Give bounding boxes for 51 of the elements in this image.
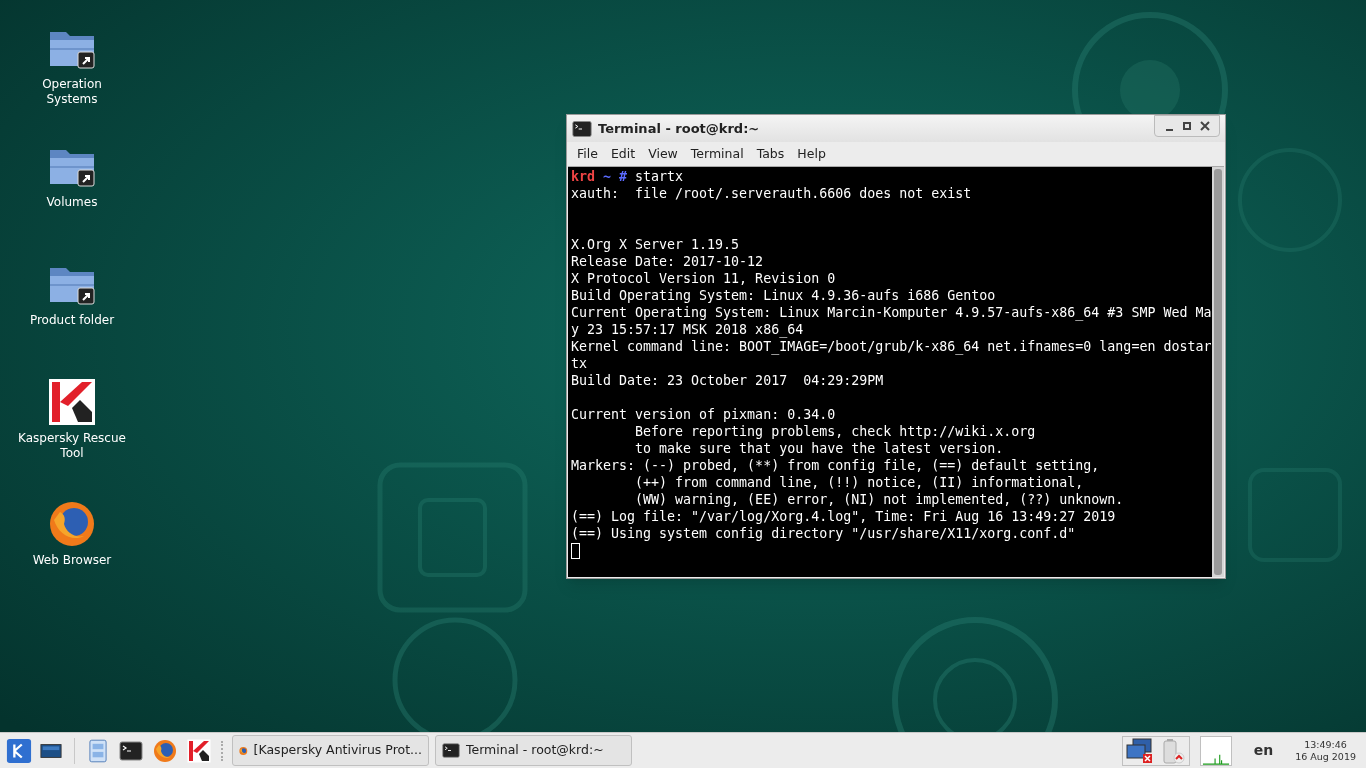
terminal-icon <box>572 119 592 138</box>
output-line: Release Date: 2017-10-12 <box>571 253 765 270</box>
output-line: Markers: (--) probed, (**) from config file, (==) default setting, <box>571 457 1101 474</box>
menu-item[interactable]: Tabs <box>751 144 790 164</box>
prompt-symbol: # <box>619 168 628 185</box>
taskbar-button[interactable]: [Kaspersky Antivirus Prot... <box>232 735 429 766</box>
scrollbar[interactable] <box>1212 167 1224 577</box>
monitor-icon[interactable] <box>40 741 62 760</box>
menu-item[interactable]: View <box>643 144 683 164</box>
output-line: Build Operating System: Linux 4.9.36-aufs i686 Gentoo <box>571 287 997 304</box>
output-line: y 23 15:57:17 MSK 2018 x86_64 <box>571 321 805 338</box>
menu-item[interactable]: Terminal <box>685 144 749 164</box>
output-line: tx <box>571 355 588 372</box>
output-line: Current version of pixman: 0.34.0 <box>571 406 837 423</box>
output-line: to make sure that you have the latest version. <box>634 440 1005 457</box>
output-line: (==) Log file: "/var/log/Xorg.4.log", Time: Fri Aug 16 13:49:27 2019 <box>571 508 1117 525</box>
menu-item[interactable]: Edit <box>605 144 641 164</box>
keyboard-layout[interactable]: en <box>1253 740 1274 761</box>
terminal-icon <box>442 743 460 758</box>
cpu-graph-icon[interactable] <box>1199 735 1232 766</box>
output-line: Build Date: 23 October 2017 04:29:29PM <box>571 372 885 389</box>
output-line: (WW) warning, (EE) error, (NI) not implemented, (??) unknown. <box>634 491 1125 508</box>
output-line: (==) Using system config directory "/usr/share/X11/xorg.conf.d" <box>571 525 1077 542</box>
kaspersky-logo-icon[interactable] <box>187 738 211 763</box>
icon-label[interactable]: Web Browser <box>17 553 127 568</box>
cursor-icon <box>571 543 580 559</box>
icon-label[interactable]: Product folder <box>17 313 127 328</box>
clock-time[interactable]: 13:49:46 <box>1304 738 1347 751</box>
prompt-path: ~ <box>603 168 612 185</box>
menu-item[interactable]: File <box>572 144 603 164</box>
output-line: X Protocol Version 11, Revision 0 <box>571 270 837 287</box>
output-line: X.Org X Server 1.19.5 <box>571 236 741 253</box>
icon-label[interactable]: Kaspersky Rescue Tool <box>17 431 127 461</box>
kaspersky-logo-icon[interactable] <box>48 378 96 426</box>
icon-label[interactable]: Operation Systems <box>17 77 127 107</box>
command-text: startx <box>635 168 684 185</box>
fox-globe-icon[interactable] <box>48 500 96 548</box>
clock-date[interactable]: 16 Aug 2019 <box>1295 750 1356 763</box>
taskbar-button[interactable]: Terminal - root@krd:~ <box>435 735 632 766</box>
terminal-icon[interactable] <box>119 740 143 761</box>
icon-label[interactable]: Volumes <box>17 195 127 210</box>
kde-logo-icon[interactable] <box>6 737 32 764</box>
output-line: Current Operating System: Linux Marcin-Komputer 4.9.57-aufs-x86_64 #3 SMP Wed Ma <box>571 304 1212 321</box>
output-line: Kernel command line: BOOT_IMAGE=/boot/grub/k-x86_64 net.ifnames=0 lang=en dostar <box>571 338 1212 355</box>
output-line: xauth: file /root/.serverauth.6606 does not exist <box>571 185 973 202</box>
output-line: Before reporting problems, check http://wiki.x.org <box>634 423 1037 440</box>
prompt-host: krd <box>571 168 596 185</box>
window-title: Terminal - root@krd:~ <box>598 119 760 138</box>
fox-globe-icon[interactable] <box>153 738 177 763</box>
output-line: (++) from command line, (!!) notice, (II) informational, <box>634 474 1085 491</box>
menu-item[interactable]: Help <box>792 144 831 164</box>
